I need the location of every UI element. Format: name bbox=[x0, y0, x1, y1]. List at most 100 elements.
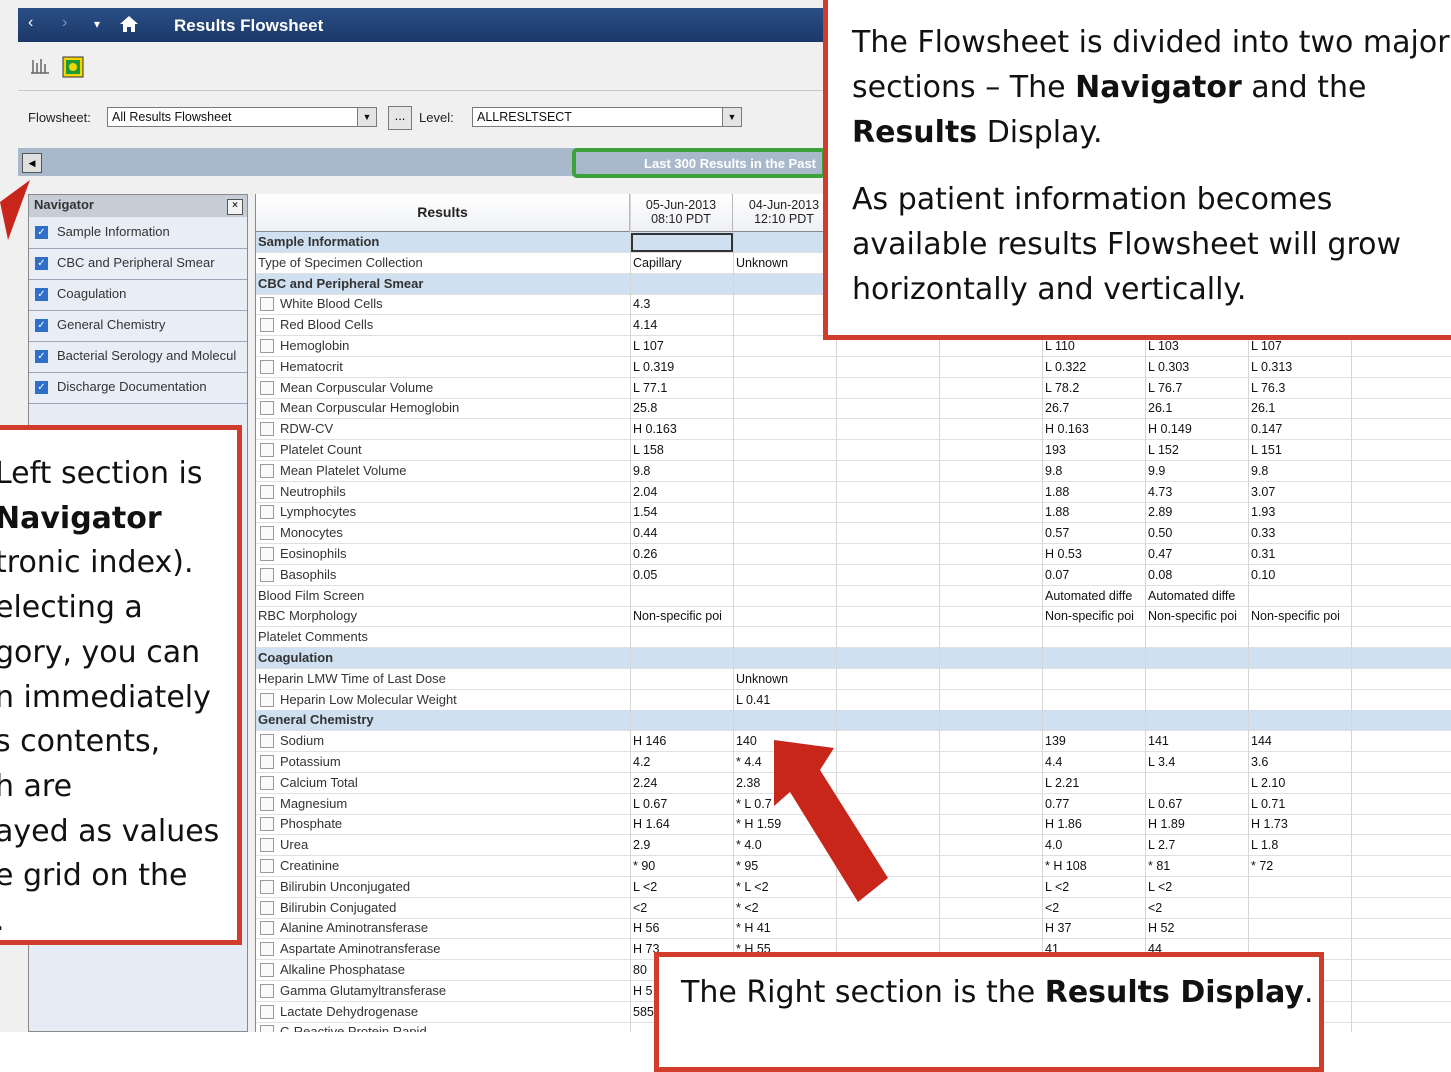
result-value[interactable]: 4.2 bbox=[633, 755, 650, 769]
table-row[interactable]: RDW-CV H 0.163 H 0.163 H 0.149 0.147 bbox=[256, 419, 1451, 441]
date-column-header[interactable]: 04-Jun-2013 12:10 PDT bbox=[733, 194, 836, 232]
result-value[interactable]: 0.07 bbox=[1045, 568, 1069, 582]
row-checkbox[interactable] bbox=[260, 734, 274, 749]
row-checkbox[interactable] bbox=[260, 755, 274, 769]
row-checkbox[interactable] bbox=[260, 775, 274, 790]
row-checkbox[interactable] bbox=[260, 859, 274, 873]
result-value[interactable]: 26.7 bbox=[1045, 401, 1069, 415]
result-value[interactable]: 9.9 bbox=[1148, 464, 1165, 478]
result-value[interactable]: 25.8 bbox=[633, 401, 657, 415]
result-value[interactable]: L <2 bbox=[633, 880, 657, 894]
result-value[interactable]: 2.24 bbox=[633, 776, 657, 790]
chevron-down-icon[interactable]: ▼ bbox=[357, 108, 376, 126]
navigator-item[interactable]: ✓ Discharge Documentation bbox=[29, 373, 247, 404]
back-button[interactable]: ‹ bbox=[28, 14, 33, 32]
close-icon[interactable]: × bbox=[227, 199, 243, 215]
section-row[interactable]: Coagulation bbox=[256, 648, 1451, 669]
result-value[interactable]: 193 bbox=[1045, 443, 1066, 457]
row-checkbox[interactable] bbox=[260, 505, 274, 520]
result-value[interactable]: L 0.322 bbox=[1045, 360, 1086, 374]
row-checkbox[interactable] bbox=[260, 983, 274, 998]
checkbox-icon[interactable]: ✓ bbox=[35, 319, 48, 332]
table-row[interactable]: RBC Morphology Non-specific poi Non-specif… bbox=[256, 606, 1451, 628]
result-value[interactable]: * 90 bbox=[633, 859, 655, 873]
navigator-item[interactable]: ✓ Bacterial Serology and Molecul bbox=[29, 342, 247, 373]
result-value[interactable]: * 72 bbox=[1251, 859, 1273, 873]
result-value[interactable]: 3.6 bbox=[1251, 755, 1268, 769]
row-checkbox[interactable] bbox=[260, 401, 274, 416]
result-value[interactable]: 80 bbox=[633, 963, 647, 977]
result-value[interactable]: 585 bbox=[633, 1005, 654, 1019]
home-icon[interactable] bbox=[118, 14, 140, 39]
checkbox-icon[interactable]: ✓ bbox=[35, 350, 48, 363]
row-checkbox[interactable] bbox=[260, 318, 274, 333]
checkbox-icon[interactable]: ✓ bbox=[35, 257, 48, 270]
result-value[interactable]: 1.88 bbox=[1045, 505, 1069, 519]
result-value[interactable]: L 0.67 bbox=[633, 797, 667, 811]
row-checkbox[interactable] bbox=[260, 567, 274, 582]
row-checkbox[interactable] bbox=[260, 963, 274, 977]
result-value[interactable]: 1.88 bbox=[1045, 485, 1069, 499]
forward-button[interactable]: › bbox=[62, 14, 67, 32]
result-value[interactable]: L 78.2 bbox=[1045, 381, 1079, 395]
result-value[interactable]: H 1.64 bbox=[633, 817, 670, 831]
result-value[interactable]: H 0.163 bbox=[1045, 422, 1089, 436]
checkbox-icon[interactable]: ✓ bbox=[35, 288, 48, 301]
result-value[interactable]: L 3.4 bbox=[1148, 755, 1175, 769]
table-view-icon[interactable] bbox=[30, 56, 50, 76]
result-value[interactable]: L 2.7 bbox=[1148, 838, 1175, 852]
result-value[interactable]: L 107 bbox=[1251, 339, 1282, 353]
result-value[interactable]: * H 108 bbox=[1045, 859, 1087, 873]
result-value[interactable]: * 4.0 bbox=[736, 838, 762, 852]
result-value[interactable]: L <2 bbox=[1045, 880, 1069, 894]
row-checkbox[interactable] bbox=[260, 942, 274, 957]
table-row[interactable]: Basophils 0.05 0.07 0.08 0.10 bbox=[256, 565, 1451, 586]
result-value[interactable]: L 152 bbox=[1148, 443, 1179, 457]
table-row[interactable]: Eosinophils 0.26 H 0.53 0.47 0.31 bbox=[256, 544, 1451, 565]
row-checkbox[interactable] bbox=[260, 838, 274, 853]
row-checkbox[interactable] bbox=[260, 297, 274, 312]
history-dropdown[interactable]: ▾ bbox=[94, 17, 100, 31]
row-checkbox[interactable] bbox=[260, 526, 274, 541]
result-value[interactable]: H 1.86 bbox=[1045, 817, 1082, 831]
navigator-item[interactable]: ✓ Sample Information bbox=[29, 218, 247, 249]
level-select[interactable]: ALLRESLTSECT ▼ bbox=[472, 107, 742, 127]
table-row[interactable]: Alanine Aminotransferase H 56 * H 41 H 37 H … bbox=[256, 918, 1451, 940]
result-value[interactable]: L 76.3 bbox=[1251, 381, 1285, 395]
table-row[interactable]: Mean Corpuscular Volume L 77.1 L 78.2 L 76.… bbox=[256, 378, 1451, 399]
navigator-item[interactable]: ✓ CBC and Peripheral Smear bbox=[29, 249, 247, 280]
result-value[interactable]: 0.47 bbox=[1148, 547, 1172, 561]
image-view-icon[interactable] bbox=[62, 56, 84, 78]
row-checkbox[interactable] bbox=[260, 380, 274, 395]
result-value[interactable]: 0.26 bbox=[633, 547, 657, 561]
result-value[interactable]: * 81 bbox=[1148, 859, 1170, 873]
table-row[interactable]: Hematocrit L 0.319 L 0.322 L 0.303 L 0.313 bbox=[256, 357, 1451, 378]
row-checkbox[interactable] bbox=[260, 422, 274, 437]
result-value[interactable]: 9.8 bbox=[1251, 464, 1268, 478]
table-row[interactable]: Monocytes 0.44 0.57 0.50 0.33 bbox=[256, 523, 1451, 545]
result-value[interactable]: H 1.89 bbox=[1148, 817, 1185, 831]
result-value[interactable]: 0.57 bbox=[1045, 526, 1069, 540]
result-value[interactable]: * H 41 bbox=[736, 921, 771, 935]
result-value[interactable]: 26.1 bbox=[1251, 401, 1275, 415]
result-value[interactable]: Non-specific poi bbox=[1148, 609, 1237, 623]
table-row[interactable]: Neutrophils 2.04 1.88 4.73 3.07 bbox=[256, 482, 1451, 503]
result-value[interactable]: 4.4 bbox=[1045, 755, 1062, 769]
row-checkbox[interactable] bbox=[260, 1004, 274, 1019]
browse-button[interactable]: ... bbox=[388, 106, 412, 130]
checkbox-icon[interactable]: ✓ bbox=[35, 381, 48, 394]
result-value[interactable]: Non-specific poi bbox=[633, 609, 722, 623]
result-value[interactable]: * 4.4 bbox=[736, 755, 762, 769]
chevron-down-icon[interactable]: ▼ bbox=[722, 108, 741, 126]
result-value[interactable]: <2 bbox=[633, 901, 647, 915]
result-value[interactable]: Automated diffe bbox=[1045, 589, 1132, 603]
result-value[interactable]: 3.07 bbox=[1251, 485, 1275, 499]
result-value[interactable]: Non-specific poi bbox=[1251, 609, 1340, 623]
result-value[interactable]: L 0.319 bbox=[633, 360, 674, 374]
result-value[interactable]: 0.77 bbox=[1045, 797, 1069, 811]
result-value[interactable]: * 95 bbox=[736, 859, 758, 873]
result-value[interactable]: H 146 bbox=[633, 734, 666, 748]
result-value[interactable]: H 37 bbox=[1045, 921, 1071, 935]
row-checkbox[interactable] bbox=[260, 484, 274, 499]
navigator-item[interactable]: ✓ General Chemistry bbox=[29, 311, 247, 342]
